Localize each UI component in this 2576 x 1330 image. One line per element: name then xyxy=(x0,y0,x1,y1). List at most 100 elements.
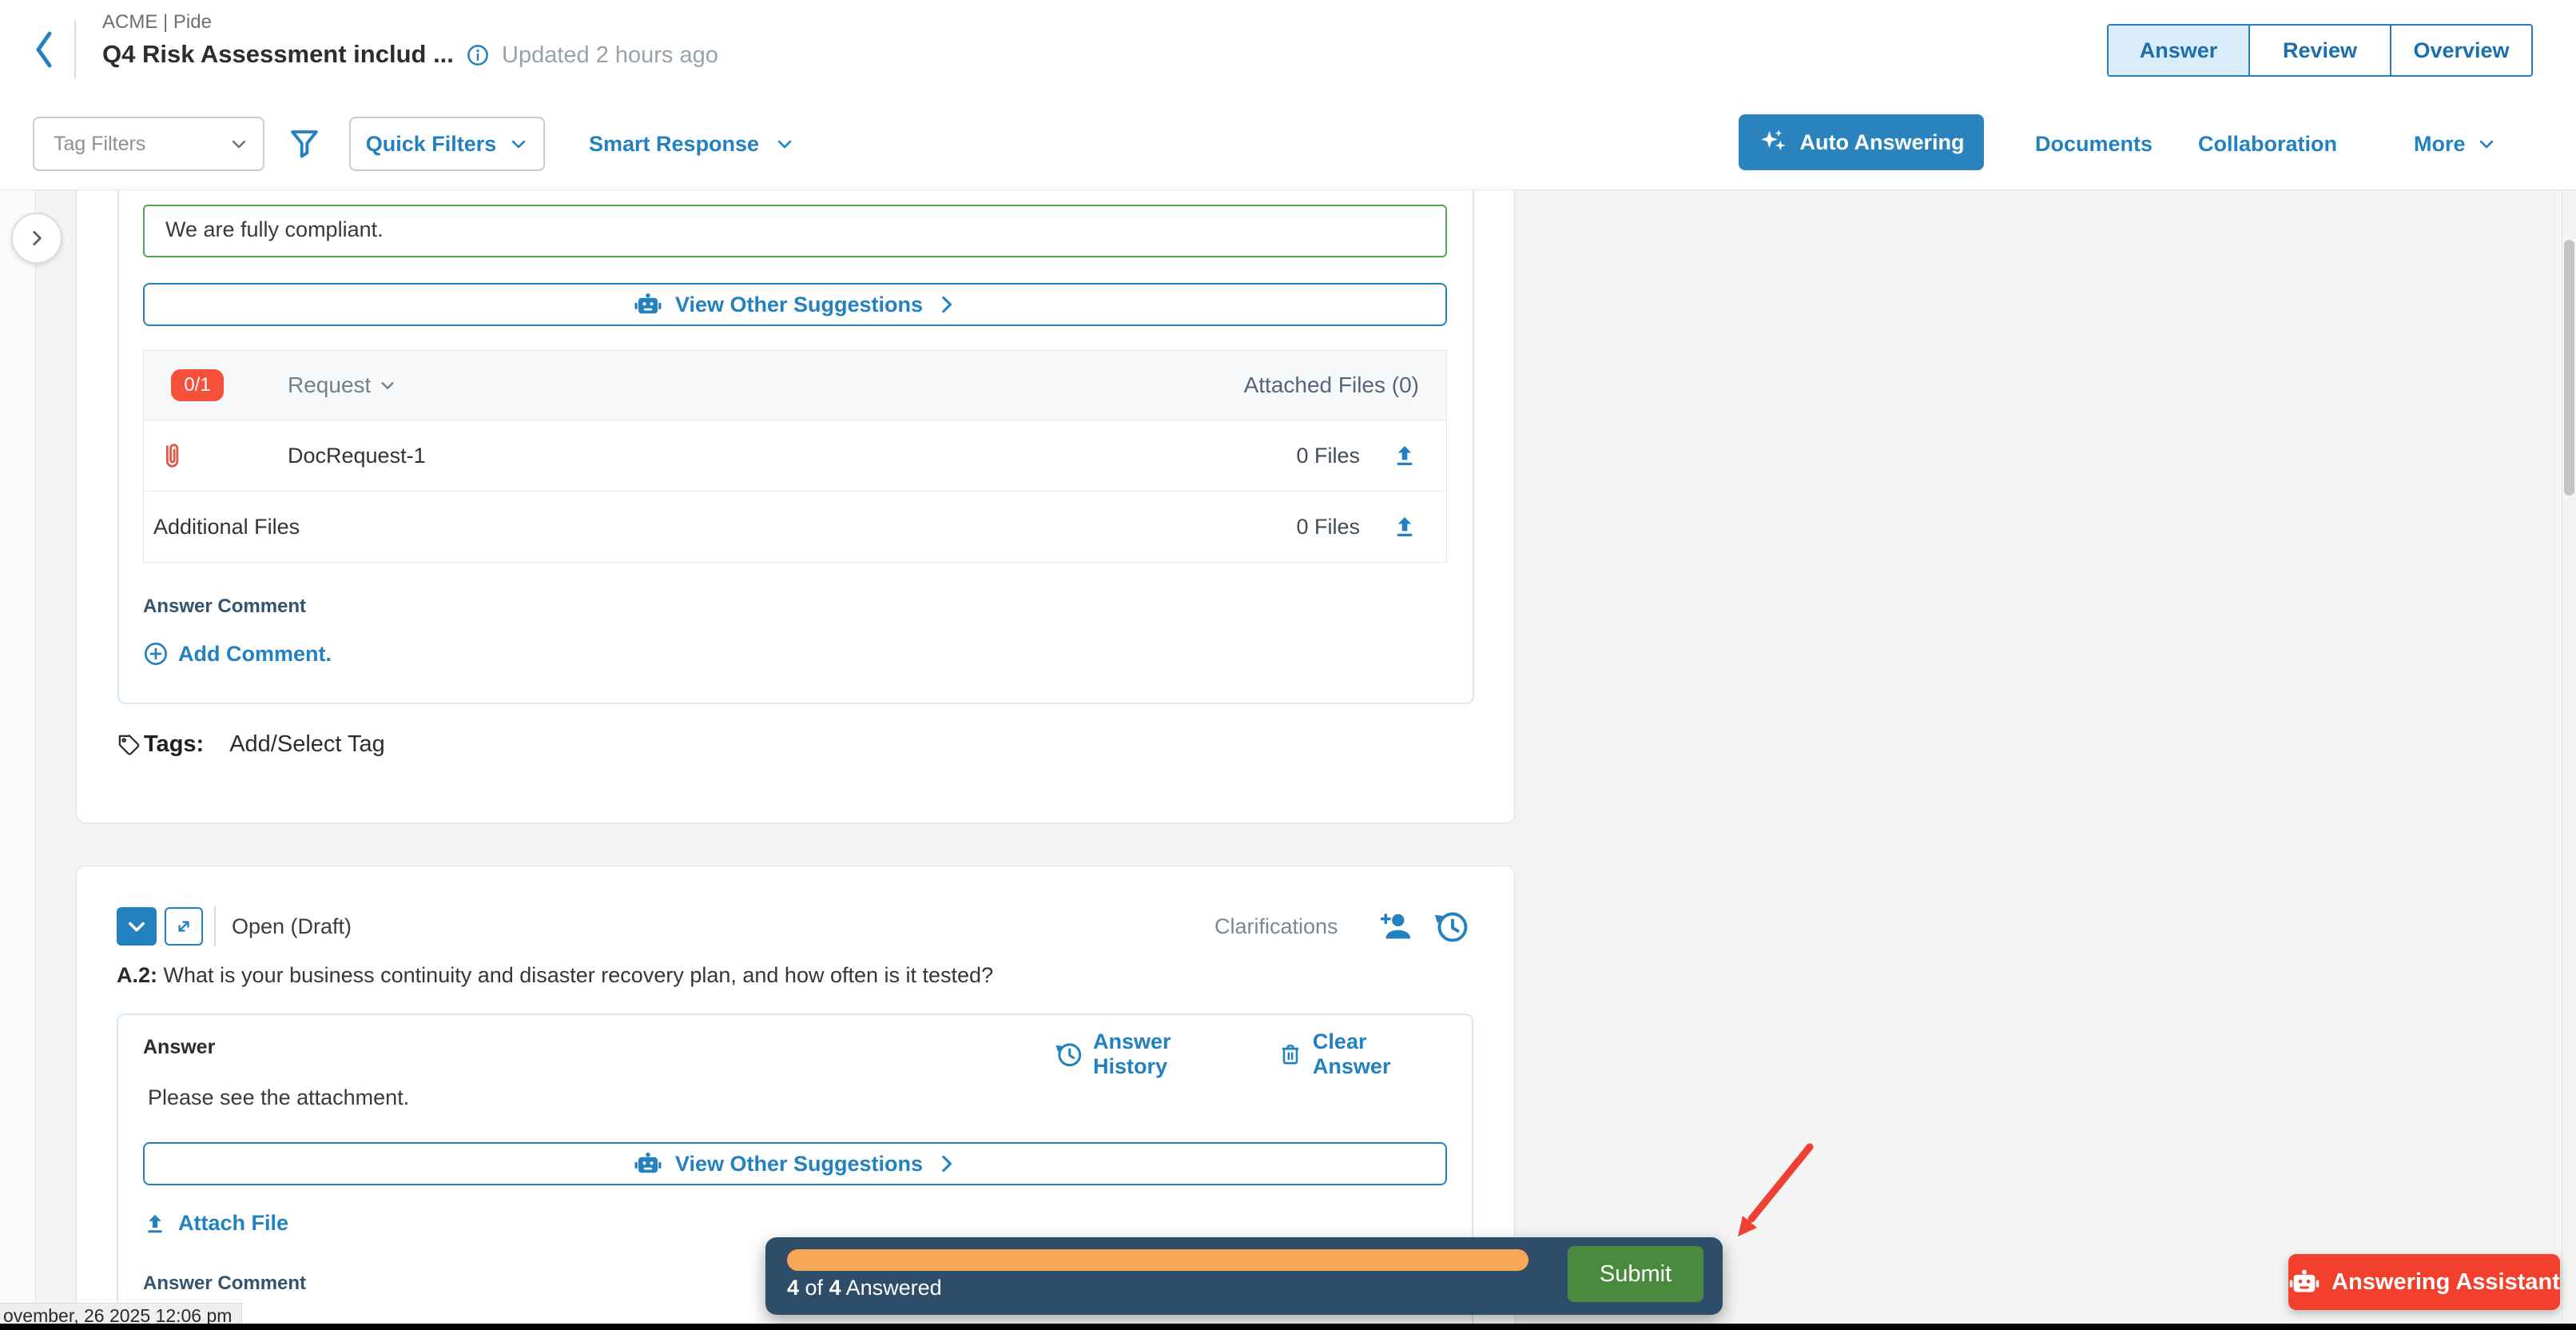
more-label: More xyxy=(2414,132,2466,157)
tab-overview[interactable]: Overview xyxy=(2390,26,2531,75)
robot-icon xyxy=(2288,1266,2320,1298)
chevron-down-icon xyxy=(2477,134,2496,153)
divider xyxy=(214,906,216,946)
auto-answering-label: Auto Answering xyxy=(1800,130,1965,155)
file-request-name: DocRequest-1 xyxy=(288,444,426,468)
chevron-right-icon xyxy=(936,1153,956,1174)
robot-icon xyxy=(634,290,662,319)
smart-response-label: Smart Response xyxy=(589,132,759,157)
file-request-row: DocRequest-1 0 Files xyxy=(144,420,1446,492)
add-comment-label: Add Comment. xyxy=(178,642,332,667)
submit-button[interactable]: Submit xyxy=(1568,1246,1703,1302)
sidebar-expand-button[interactable] xyxy=(11,213,62,264)
chevron-down-icon xyxy=(509,134,528,153)
view-other-suggestions-label: View Other Suggestions xyxy=(675,293,923,317)
upload-icon xyxy=(143,1212,167,1236)
file-count: 0 Files xyxy=(1296,444,1360,468)
paperclip-icon xyxy=(158,438,185,473)
filters-toolbar: Tag Filters Quick Filters Smart Response… xyxy=(0,98,2576,190)
question-status: Open (Draft) xyxy=(232,914,352,939)
clear-answer-label: Clear Answer xyxy=(1313,1029,1446,1079)
collaboration-link[interactable]: Collaboration xyxy=(2198,132,2337,157)
clear-answer-button[interactable]: Clear Answer xyxy=(1278,1029,1446,1079)
answer-label: Answer xyxy=(143,1036,215,1059)
bottom-edge xyxy=(0,1324,2576,1330)
info-icon[interactable] xyxy=(466,43,490,67)
tag-icon xyxy=(117,733,141,757)
trash-icon xyxy=(1278,1041,1303,1068)
attached-files-table: 0/1 Request Attached Files (0) DocReques… xyxy=(143,350,1447,563)
expand-question-button[interactable] xyxy=(165,907,203,946)
more-menu[interactable]: More xyxy=(2414,117,2496,171)
answer-textarea-a2[interactable]: Please see the attachment. xyxy=(148,1085,409,1110)
answer-text: We are fully compliant. xyxy=(165,217,384,241)
filter-funnel-icon[interactable] xyxy=(288,125,321,161)
answering-assistant-label: Answering Assistant xyxy=(2332,1269,2560,1296)
divider xyxy=(74,21,76,78)
chevron-down-icon xyxy=(229,134,248,153)
quick-filters-label: Quick Filters xyxy=(366,132,497,157)
attach-file-label: Attach File xyxy=(178,1211,288,1236)
clock-history-icon xyxy=(1055,1040,1083,1069)
view-switcher: Answer Review Overview xyxy=(2107,24,2533,77)
question-text-row: A.2: What is your business continuity an… xyxy=(117,963,993,988)
attach-file-button[interactable]: Attach File xyxy=(143,1211,288,1236)
file-count: 0 Files xyxy=(1296,515,1360,540)
upload-icon[interactable] xyxy=(1392,443,1417,468)
add-select-tag[interactable]: Add/Select Tag xyxy=(229,731,385,758)
tags-row: Tags: Add/Select Tag xyxy=(117,731,385,758)
robot-icon xyxy=(634,1149,662,1178)
answering-assistant-button[interactable]: Answering Assistant xyxy=(2288,1254,2560,1310)
answer-history-label: Answer History xyxy=(1093,1029,1247,1079)
submission-bar: 4 of 4 Answered Submit xyxy=(765,1237,1723,1315)
files-table-header: 0/1 Request Attached Files (0) xyxy=(144,351,1446,420)
documents-link[interactable]: Documents xyxy=(2035,132,2153,157)
chevron-left-icon xyxy=(30,29,58,70)
view-other-suggestions-button-a1[interactable]: View Other Suggestions xyxy=(143,283,1447,326)
question-text: What is your business continuity and dis… xyxy=(164,963,994,987)
back-button[interactable] xyxy=(30,29,58,70)
tab-answer[interactable]: Answer xyxy=(2109,26,2248,75)
additional-files-row: Additional Files 0 Files xyxy=(144,492,1446,562)
left-rail xyxy=(0,189,36,1330)
answer-history-button[interactable]: Answer History xyxy=(1055,1029,1247,1079)
tab-review[interactable]: Review xyxy=(2248,26,2390,75)
attached-files-column-header: Attached Files (0) xyxy=(1244,372,1419,398)
tag-filters-placeholder: Tag Filters xyxy=(54,133,145,156)
app-screen: We are fully compliant. View Other Sugge… xyxy=(0,0,2576,1330)
breadcrumb: ACME | Pide xyxy=(102,11,212,34)
request-count-badge: 0/1 xyxy=(171,369,224,401)
updated-timestamp: Updated 2 hours ago xyxy=(502,42,718,69)
page-header: ACME | Pide Q4 Risk Assessment includ ..… xyxy=(0,0,2576,99)
answer-textarea-a1[interactable]: We are fully compliant. xyxy=(143,205,1447,257)
plus-circle-icon xyxy=(143,641,169,667)
chevron-right-icon xyxy=(26,228,47,249)
assign-user-icon[interactable] xyxy=(1376,908,1413,945)
answer-comment-label: Answer Comment xyxy=(143,1272,306,1295)
smart-response-menu[interactable]: Smart Response xyxy=(589,117,794,171)
view-other-suggestions-button-a2[interactable]: View Other Suggestions xyxy=(143,1142,1447,1185)
question-id: A.2: xyxy=(117,963,157,987)
add-comment-button[interactable]: Add Comment. xyxy=(143,641,332,667)
auto-answering-button[interactable]: Auto Answering xyxy=(1739,114,1984,170)
chevron-down-icon xyxy=(125,915,148,938)
progress-bar xyxy=(787,1249,1529,1271)
history-icon[interactable] xyxy=(1433,908,1470,945)
scrollbar-thumb[interactable] xyxy=(2564,240,2574,496)
tag-filters-select[interactable]: Tag Filters xyxy=(33,117,264,171)
progress-text: 4 of 4 Answered xyxy=(787,1276,942,1300)
sparkles-icon xyxy=(1759,127,1789,157)
additional-files-label: Additional Files xyxy=(153,515,300,540)
answer-comment-label: Answer Comment xyxy=(143,595,306,618)
chevron-down-icon xyxy=(775,134,794,153)
upload-icon[interactable] xyxy=(1392,514,1417,540)
annotation-arrow xyxy=(1710,1139,1826,1259)
page-title: Q4 Risk Assessment includ ... xyxy=(102,40,454,69)
view-other-suggestions-label: View Other Suggestions xyxy=(675,1152,923,1177)
collapse-question-button[interactable] xyxy=(117,907,157,946)
clarifications-label: Clarifications xyxy=(1214,914,1338,939)
request-column-header[interactable]: Request xyxy=(288,372,396,398)
quick-filters-button[interactable]: Quick Filters xyxy=(349,117,545,171)
chevron-right-icon xyxy=(936,294,956,315)
chevron-down-icon xyxy=(379,376,396,394)
